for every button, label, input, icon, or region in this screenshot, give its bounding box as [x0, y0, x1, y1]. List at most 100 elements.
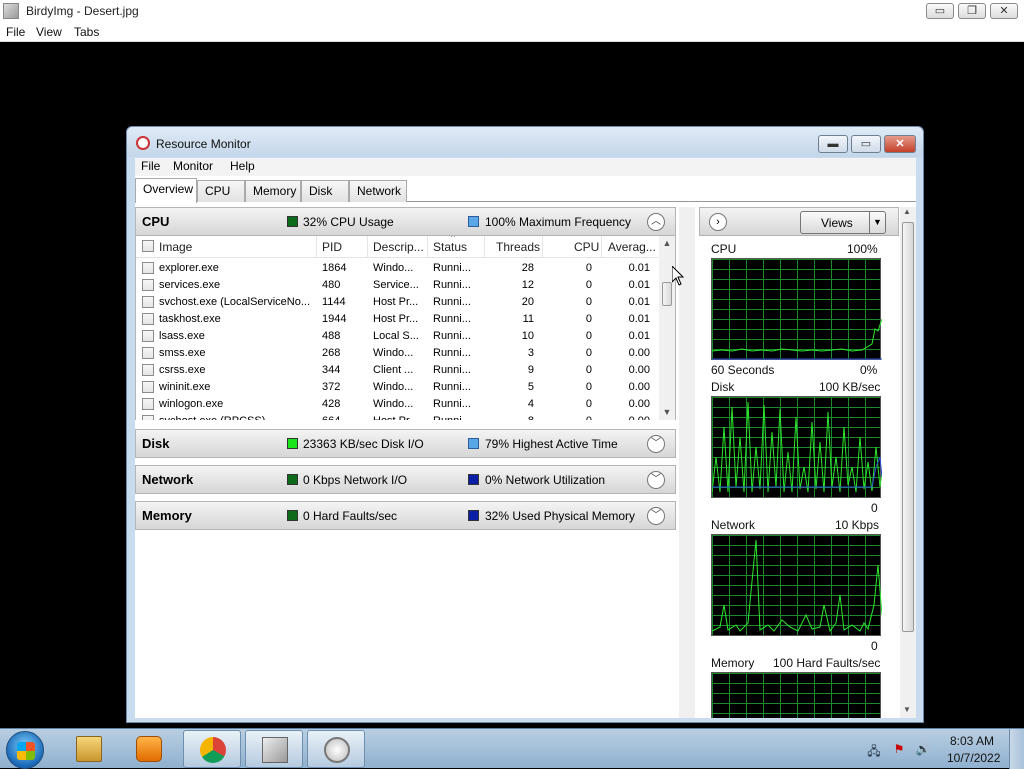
network-graph	[711, 534, 882, 636]
outer-menu-view[interactable]: View	[36, 25, 62, 39]
table-row[interactable]: services.exe 480 Service... Runni... 12 0 0.01	[136, 277, 658, 294]
cpu-graph-plot	[712, 318, 882, 360]
rm-close-button[interactable]: ✕	[884, 135, 916, 153]
views-dropdown[interactable]: Views ▼	[800, 211, 886, 234]
network-section-title: Network	[142, 472, 194, 487]
rm-minimize-button[interactable]: ▬	[818, 135, 848, 153]
col-description[interactable]: Descrip...	[373, 240, 424, 254]
outer-maximize-button[interactable]: ❐	[958, 3, 986, 19]
taskbar-explorer[interactable]	[60, 730, 118, 768]
table-row[interactable]: winlogon.exe 428 Windo... Runni... 4 0 0.00	[136, 396, 658, 413]
cell-pid: 664	[322, 415, 362, 420]
rm-menu-file[interactable]: File	[141, 159, 160, 173]
graph-panel-scroll-thumb[interactable]	[902, 222, 914, 632]
memory-graph-label: Memory	[711, 656, 755, 670]
cell-pid: 372	[322, 381, 341, 393]
outer-menu-file[interactable]: File	[6, 25, 25, 39]
tab-memory[interactable]: Memory	[245, 180, 301, 202]
cell-desc: Service...	[373, 279, 419, 291]
table-row[interactable]: svchost.exe (LocalServiceNo... 1144 Host P…	[136, 294, 658, 311]
graph-scroll-down-icon[interactable]: ▼	[903, 705, 911, 714]
views-dropdown-arrow-icon[interactable]: ▼	[869, 212, 885, 233]
table-scrollbar[interactable]: ▲ ▼	[659, 236, 675, 420]
col-pid[interactable]: PID	[322, 240, 342, 254]
outer-minimize-button[interactable]: ▭	[926, 3, 954, 19]
table-row[interactable]: svchost.exe (RPCSS) 664 Host Pr... Runni...…	[136, 413, 658, 420]
rm-maximize-button[interactable]: ▭	[851, 135, 881, 153]
row-checkbox[interactable]	[142, 279, 154, 291]
cell-desc: Host Pr...	[373, 415, 423, 420]
outer-menu-tabs[interactable]: Tabs	[74, 25, 99, 39]
table-row[interactable]: wininit.exe 372 Windo... Runni... 5 0 0.00	[136, 379, 658, 396]
tab-overview[interactable]: Overview	[135, 178, 197, 203]
start-button[interactable]	[6, 731, 44, 769]
row-checkbox[interactable]	[142, 313, 154, 325]
network-section-header[interactable]: Network 0 Kbps Network I/O 0% Network Ut…	[135, 465, 676, 494]
taskbar-media-player[interactable]	[120, 730, 178, 768]
memory-expand-icon[interactable]: ﹀	[647, 507, 665, 525]
clock-date[interactable]: 10/7/2022	[947, 751, 1000, 765]
show-desktop-button[interactable]	[1009, 729, 1024, 769]
col-average[interactable]: Averag...	[608, 240, 656, 254]
cpu-collapse-icon[interactable]: ︿	[647, 213, 665, 231]
tab-cpu[interactable]: CPU	[197, 180, 245, 202]
sort-arrow-icon: ^	[451, 236, 455, 242]
cell-cpu: 0	[585, 364, 592, 376]
clock-time[interactable]: 8:03 AM	[950, 734, 994, 748]
rm-menu-monitor[interactable]: Monitor	[173, 159, 213, 173]
cell-cpu: 0	[544, 415, 592, 420]
table-row[interactable]: lsass.exe 488 Local S... Runni... 10 0 0.01	[136, 328, 658, 345]
row-checkbox[interactable]	[142, 347, 154, 359]
volume-tray-icon[interactable]: 🔊	[915, 742, 931, 756]
resource-monitor-taskbar-icon	[324, 737, 350, 763]
memory-section-header[interactable]: Memory 0 Hard Faults/sec 32% Used Physic…	[135, 501, 676, 530]
col-threads[interactable]: Threads	[496, 240, 540, 254]
graph-panel-scrollbar[interactable]: ▲ ▼	[900, 207, 916, 718]
taskbar-chrome[interactable]	[183, 730, 241, 768]
select-all-checkbox[interactable]	[142, 240, 154, 252]
rm-window-title: Resource Monitor	[156, 137, 251, 151]
cell-image: svchost.exe (LocalServiceNo...	[159, 296, 311, 308]
network-expand-icon[interactable]: ﹀	[647, 471, 665, 489]
cell-threads: 11	[522, 313, 534, 325]
rm-titlebar[interactable]: Resource Monitor ▬ ▭ ✕	[127, 127, 923, 157]
network-tray-icon[interactable]: 🖧	[866, 742, 882, 758]
table-row[interactable]: csrss.exe 344 Client ... Runni... 9 0 0.00	[136, 362, 658, 379]
taskbar-resource-monitor[interactable]	[307, 730, 365, 768]
windows-logo-icon	[17, 742, 35, 760]
outer-titlebar[interactable]: BirdyImg - Desert.jpg ▭ ❐ ✕	[0, 0, 1024, 22]
cell-avg: 0.00	[628, 364, 650, 376]
row-checkbox[interactable]	[142, 364, 154, 376]
col-cpu[interactable]: CPU	[574, 240, 599, 254]
row-checkbox[interactable]	[142, 262, 154, 274]
col-image[interactable]: Image	[159, 240, 192, 254]
row-checkbox[interactable]	[142, 415, 154, 420]
scroll-up-icon[interactable]: ▲	[662, 238, 672, 248]
rm-menu-help[interactable]: Help	[230, 159, 255, 173]
cell-avg: 0.01	[628, 296, 650, 308]
memory-graph-max: 100 Hard Faults/sec	[773, 656, 881, 670]
collapse-panel-icon[interactable]: ›	[709, 213, 727, 231]
table-row[interactable]: taskhost.exe 1944 Host Pr... Runni... 11 0 0.0…	[136, 311, 658, 328]
network-graph-min: 0	[871, 639, 878, 653]
disk-expand-icon[interactable]: ﹀	[647, 435, 665, 453]
row-checkbox[interactable]	[142, 381, 154, 393]
row-checkbox[interactable]	[142, 398, 154, 410]
graph-scroll-up-icon[interactable]: ▲	[903, 207, 911, 216]
disk-section-header[interactable]: Disk 23363 KB/sec Disk I/O 79% Highest A…	[135, 429, 676, 458]
scroll-down-icon[interactable]: ▼	[662, 407, 672, 417]
table-scroll-thumb[interactable]	[662, 282, 672, 306]
col-status[interactable]: Status	[433, 240, 467, 254]
action-center-tray-icon[interactable]: ⚑	[891, 742, 907, 756]
tab-strip: Overview CPU Memory Disk Network	[135, 176, 916, 203]
tab-network[interactable]: Network	[349, 180, 407, 202]
tab-disk[interactable]: Disk	[301, 180, 349, 202]
taskbar-birdyimg[interactable]	[245, 730, 303, 768]
table-row[interactable]: explorer.exe 1864 Windo... Runni... 28 0 0.01	[136, 260, 658, 277]
row-checkbox[interactable]	[142, 330, 154, 342]
outer-close-button[interactable]: ✕	[990, 3, 1018, 19]
cpu-section-header[interactable]: CPU 32% CPU Usage 100% Maximum Frequency…	[135, 207, 676, 236]
disk-section-title: Disk	[142, 436, 170, 451]
row-checkbox[interactable]	[142, 296, 154, 308]
table-row[interactable]: smss.exe 268 Windo... Runni... 3 0 0.00	[136, 345, 658, 362]
